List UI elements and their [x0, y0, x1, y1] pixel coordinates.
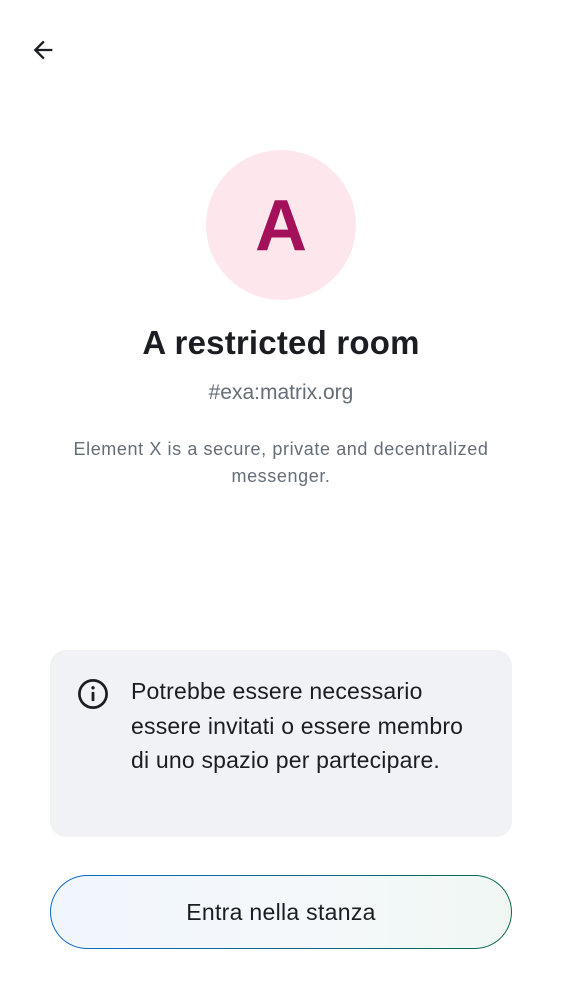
join-room-label: Entra nella stanza — [186, 898, 376, 925]
back-button[interactable] — [22, 29, 64, 71]
avatar-initial: A — [255, 186, 307, 266]
arrow-left-icon — [33, 40, 53, 60]
restriction-notice-text: Potrebbe essere necessario essere invita… — [131, 678, 464, 773]
room-alias: #exa:matrix.org — [208, 381, 354, 404]
join-room-button[interactable]: Entra nella stanza — [50, 875, 512, 949]
restriction-notice: Potrebbe essere necessario essere invita… — [50, 650, 512, 837]
room-avatar: A — [206, 150, 356, 300]
room-topic: Element X is a secure, private and decen… — [73, 439, 489, 486]
room-name: A restricted room — [142, 324, 420, 361]
info-icon — [78, 679, 108, 709]
